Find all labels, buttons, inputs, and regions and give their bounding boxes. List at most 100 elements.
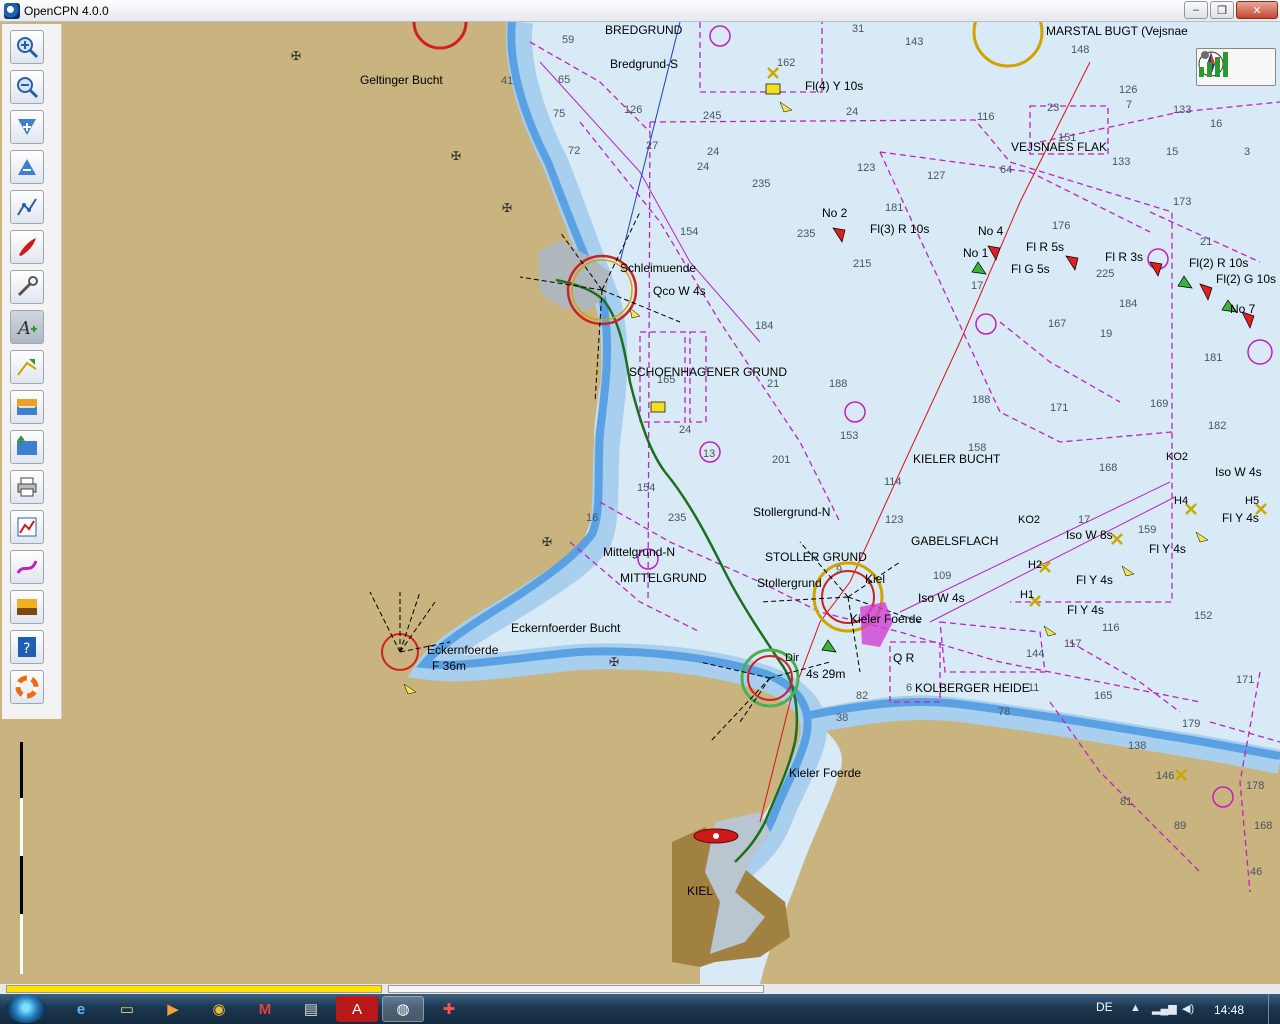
color-scheme-tool[interactable] [10, 590, 44, 624]
depth-sounding: 19 [1100, 328, 1113, 340]
label-fly4s-b: Fl Y 4s [1149, 542, 1186, 556]
taskbar-media[interactable]: ▶ [152, 996, 194, 1022]
depth-sounding: 165 [657, 374, 676, 386]
label-kolberger: KOLBERGER HEIDE [915, 681, 1030, 695]
waypoint-tool[interactable] [10, 550, 44, 584]
folder-icon: ▭ [119, 1001, 135, 1018]
depth-sounding: 24 [679, 424, 692, 436]
taskbar-pdf[interactable]: A [336, 996, 378, 1022]
label-mittelgrund-n: Mittelgrund-N [603, 545, 676, 559]
depth-sounding: 15 [1166, 146, 1179, 158]
scale-in-icon [18, 119, 36, 135]
depth-sounding: 138 [1128, 740, 1147, 752]
text-toggle-tool[interactable]: A [10, 310, 44, 344]
label-isow4s-east: Iso W 4s [1215, 465, 1262, 479]
depth-sounding: 144 [1026, 648, 1045, 660]
depth-sounding: 31 [852, 23, 865, 35]
help-tool[interactable]: ? [10, 630, 44, 664]
taskbar-ie[interactable]: e [60, 996, 102, 1022]
depth-sounding: 126 [624, 104, 643, 116]
depth-sounding: 235 [797, 228, 816, 240]
clock[interactable]: 14:48 [1214, 1003, 1244, 1017]
depth-sounding: 81 [1120, 796, 1133, 808]
track-tool[interactable] [10, 510, 44, 544]
taskbar-files[interactable]: ▤ [290, 996, 332, 1022]
taskbar-app[interactable]: ✚ [428, 996, 470, 1022]
label-fly4s-east: Fl Y 4s [1222, 511, 1259, 525]
depth-sounding: 6 [906, 682, 913, 694]
depth-sounding: 154 [637, 482, 656, 494]
svg-text:?: ? [23, 641, 30, 657]
depth-sounding: 178 [1246, 780, 1265, 792]
taskbar-explorer[interactable]: ▭ [106, 996, 148, 1022]
app-icon: ✚ [442, 1001, 456, 1018]
currents-tool[interactable] [10, 430, 44, 464]
depth-sounding: 143 [905, 36, 924, 48]
depth-sounding: 181 [1204, 352, 1223, 364]
show-desktop-button[interactable] [1268, 994, 1280, 1024]
close-button[interactable]: ✕ [1236, 1, 1278, 19]
minimize-button[interactable]: ‒ [1184, 1, 1208, 19]
label-gabelsflach: GABELSFLACH [911, 534, 999, 548]
print-tool[interactable] [10, 470, 44, 504]
depth-sounding: 235 [752, 178, 771, 190]
label-fl2r: Fl(2) R 10s [1189, 256, 1249, 270]
printer-icon [17, 477, 37, 497]
ship-icon [19, 238, 36, 256]
depth-sounding: 171 [1050, 402, 1069, 414]
svg-text:✠: ✠ [451, 149, 461, 163]
scale-in-tool[interactable] [10, 110, 44, 144]
waypoint-icon [16, 560, 38, 574]
volume-icon[interactable]: ◀) [1182, 1002, 1194, 1015]
depth-sounding: 158 [968, 442, 987, 454]
svg-text:A: A [16, 318, 31, 339]
depth-sounding: 127 [927, 170, 946, 182]
route-icon [17, 198, 37, 216]
label-h5: H5 [1245, 495, 1260, 507]
label-eckernfoerde: Eckernfoerde [427, 643, 499, 657]
zoom-in-tool[interactable] [10, 30, 44, 64]
depth-sounding: 133 [1112, 156, 1131, 168]
route-tool[interactable] [10, 190, 44, 224]
label-flg5s: Fl G 5s [1011, 262, 1050, 276]
depth-sounding: 181 [885, 202, 904, 214]
taskbar-chrome[interactable]: ◉ [198, 996, 240, 1022]
language-indicator[interactable]: DE [1096, 1000, 1113, 1014]
depth-sounding: 3 [1244, 146, 1251, 158]
taskbar-gmail[interactable]: M [244, 996, 286, 1022]
network-icon[interactable]: ▂▄▆ [1152, 1002, 1177, 1015]
label-mittelgrund: MITTELGRUND [620, 571, 707, 585]
label-ko2-mid: KO2 [1018, 514, 1041, 526]
depth-sounding: 179 [1182, 718, 1201, 730]
scale-bar [20, 742, 23, 974]
compass-gps-widget[interactable] [1196, 48, 1276, 86]
depth-sounding: 188 [972, 394, 991, 406]
start-button[interactable] [6, 995, 46, 1023]
chart-canvas[interactable]: ✠ ✠ ✠ ✠ ✠ BREDGRUND Bredgrund-S MARSTAL … [0, 22, 1280, 984]
depth-sounding: 75 [553, 108, 566, 120]
title-bar: OpenCPN 4.0.0 ‒ ❐ ✕ [0, 0, 1280, 22]
mob-tool[interactable] [10, 670, 44, 704]
depth-sounding: 126 [1119, 84, 1138, 96]
label-isow4s-mid: Iso W 4s [918, 591, 965, 605]
settings-tool[interactable] [10, 270, 44, 304]
depth-sounding: 16 [586, 512, 599, 524]
main-toolbar: A ? [2, 24, 62, 719]
maximize-button[interactable]: ❐ [1210, 1, 1234, 19]
zoom-out-tool[interactable] [10, 70, 44, 104]
status-bar [0, 984, 1280, 994]
media-icon: ▶ [167, 1001, 179, 1018]
taskbar-opencpn[interactable]: ◍ [382, 996, 424, 1022]
route-manager-tool[interactable] [10, 350, 44, 384]
depth-sounding: 64 [1000, 164, 1013, 176]
label-bredgrund-s: Bredgrund-S [610, 57, 679, 71]
depth-sounding: 9 [836, 564, 843, 576]
depth-sounding: 24 [707, 146, 720, 158]
auto-follow-tool[interactable] [10, 230, 44, 264]
scale-out-tool[interactable] [10, 150, 44, 184]
label-eckernfoerder-bucht: Eckernfoerder Bucht [511, 621, 621, 635]
depth-sounding: 188 [829, 378, 848, 390]
tides-icon [17, 399, 37, 415]
tides-tool[interactable] [10, 390, 44, 424]
tray-expand-icon[interactable]: ▲ [1130, 1002, 1141, 1014]
